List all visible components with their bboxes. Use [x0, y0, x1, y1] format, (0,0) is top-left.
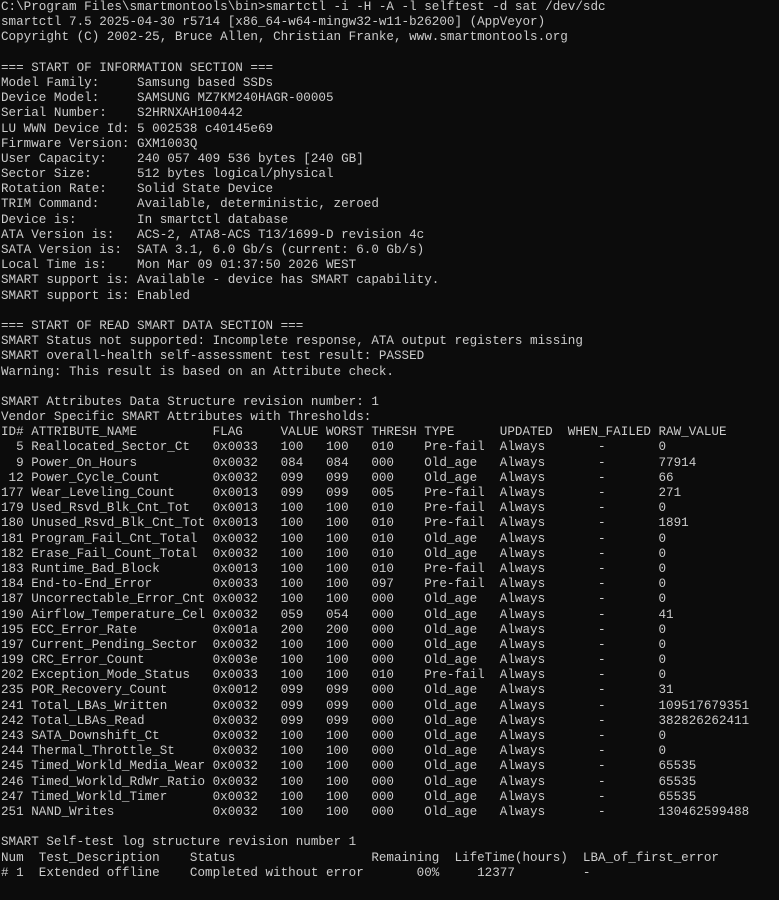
attribute-row: 12 Power_Cycle_Count 0x0032 099 099 000 … — [1, 470, 674, 485]
warning-line: Warning: This result is based on an Attr… — [1, 364, 394, 379]
attribute-row: 177 Wear_Leveling_Count 0x0013 099 099 0… — [1, 486, 682, 500]
attribute-row: 199 CRC_Error_Count 0x003e 100 100 000 O… — [1, 653, 667, 668]
attribute-row: 182 Erase_Fail_Count_Total 0x0032 100 10… — [1, 546, 667, 561]
selftest-row: # 1 Extended offline Completed without e… — [1, 865, 591, 880]
attribute-row: 241 Total_LBAs_Written 0x0032 099 099 00… — [1, 698, 750, 713]
selftest-table-header: Num Test_Description Status Remaining Li… — [1, 850, 719, 865]
attribute-row: 202 Exception_Mode_Status 0x0033 100 100… — [1, 668, 667, 683]
smart-status-line: SMART Status not supported: Incomplete r… — [1, 334, 583, 349]
info-capacity: User Capacity: 240 057 409 536 bytes [24… — [1, 151, 364, 166]
info-trim: TRIM Command: Available, deterministic, … — [1, 197, 379, 212]
attribute-row: 183 Runtime_Bad_Block 0x0013 100 100 010… — [1, 561, 667, 576]
attribute-row: 246 Timed_Workld_RdWr_Ratio 0x0032 100 1… — [1, 774, 697, 789]
attribute-row: 244 Thermal_Throttle_St 0x0032 100 100 0… — [1, 744, 667, 759]
info-smart-enabled: SMART support is: Enabled — [1, 288, 190, 303]
attribute-row: 5 Reallocated_Sector_Ct 0x0033 100 100 0… — [1, 440, 667, 455]
info-sector-size: Sector Size: 512 bytes logical/physical — [1, 167, 334, 182]
attribute-row: 235 POR_Recovery_Count 0x0012 099 099 00… — [1, 683, 674, 698]
info-section-header: === START OF INFORMATION SECTION === — [1, 60, 274, 75]
attributes-title-line: Vendor Specific SMART Attributes with Th… — [1, 410, 372, 425]
info-device-is: Device is: In smartctl database — [1, 212, 289, 227]
attribute-row: 243 SATA_Downshift_Ct 0x0032 100 100 000… — [1, 729, 667, 743]
version-line: smartctl 7.5 2025-04-30 r5714 [x86_64-w6… — [1, 15, 546, 30]
attribute-row: 184 End-to-End_Error 0x0033 100 100 097 … — [1, 577, 667, 592]
terminal-output[interactable]: C:\Program Files\smartmontools\bin>smart… — [0, 0, 779, 900]
attribute-row: 180 Unused_Rsvd_Blk_Cnt_Tot 0x0013 100 1… — [1, 516, 689, 531]
attribute-row: 197 Current_Pending_Sector 0x0032 100 10… — [1, 637, 667, 652]
info-smart-available: SMART support is: Available - device has… — [1, 273, 440, 288]
attribute-row: 190 Airflow_Temperature_Cel 0x0032 059 0… — [1, 607, 674, 622]
info-rotation-rate: Rotation Rate: Solid State Device — [1, 182, 274, 197]
attributes-revision-line: SMART Attributes Data Structure revision… — [1, 394, 379, 409]
info-ata-version: ATA Version is: ACS-2, ATA8-ACS T13/1699… — [1, 227, 425, 242]
info-model-family: Model Family: Samsung based SSDs — [1, 75, 274, 90]
attribute-row: 195 ECC_Error_Rate 0x001a 200 200 000 Ol… — [1, 622, 667, 637]
selftest-revision-line: SMART Self-test log structure revision n… — [1, 835, 357, 850]
attributes-table-header: ID# ATTRIBUTE_NAME FLAG VALUE WORST THRE… — [1, 425, 727, 440]
info-wwn: LU WWN Device Id: 5 002538 c40145e69 — [1, 121, 274, 136]
command-line: C:\Program Files\smartmontools\bin>smart… — [1, 0, 606, 14]
attribute-row: 9 Power_On_Hours 0x0032 084 084 000 Old_… — [1, 455, 697, 470]
attribute-row: 187 Uncorrectable_Error_Cnt 0x0032 100 1… — [1, 592, 667, 607]
info-sata-version: SATA Version is: SATA 3.1, 6.0 Gb/s (cur… — [1, 243, 425, 257]
smart-section-header: === START OF READ SMART DATA SECTION === — [1, 318, 304, 333]
info-firmware: Firmware Version: GXM1003Q — [1, 136, 198, 151]
info-device-model: Device Model: SAMSUNG MZ7KM240HAGR-00005 — [1, 91, 334, 106]
info-local-time: Local Time is: Mon Mar 09 01:37:50 2026 … — [1, 258, 357, 273]
copyright-line: Copyright (C) 2002-25, Bruce Allen, Chri… — [1, 30, 568, 45]
health-result-line: SMART overall-health self-assessment tes… — [1, 349, 425, 364]
attribute-row: 247 Timed_Workld_Timer 0x0032 100 100 00… — [1, 789, 697, 804]
attribute-row: 242 Total_LBAs_Read 0x0032 099 099 000 O… — [1, 713, 750, 728]
attribute-row: 179 Used_Rsvd_Blk_Cnt_Tot 0x0013 100 100… — [1, 501, 667, 516]
attribute-row: 245 Timed_Workld_Media_Wear 0x0032 100 1… — [1, 759, 697, 774]
attribute-row: 251 NAND_Writes 0x0032 100 100 000 Old_a… — [1, 804, 750, 819]
info-serial-number: Serial Number: S2HRNXAH100442 — [1, 106, 243, 121]
attribute-row: 181 Program_Fail_Cnt_Total 0x0032 100 10… — [1, 531, 667, 546]
